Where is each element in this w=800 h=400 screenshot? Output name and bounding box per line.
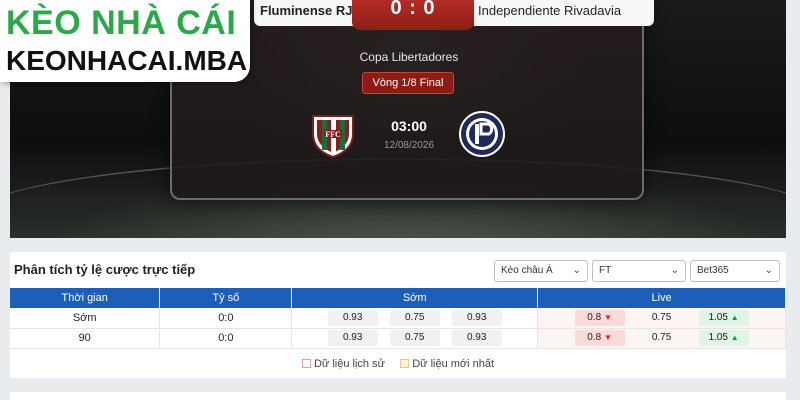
odds-title: Phân tích tỷ lệ cược trực tiếp	[14, 262, 196, 277]
arrow-down-icon: ▼	[603, 333, 612, 342]
odds-table: Thời gian Tỷ số Sớm Live Sớm 0:0 0.93 0.7…	[10, 288, 786, 349]
live-handicap[interactable]: 0.75	[637, 330, 687, 346]
legend-history: Dữ liệu lịch sử	[313, 358, 385, 370]
odds-legend: Dữ liệu lịch sử Dữ liệu mới nhất	[10, 358, 786, 370]
early-handicap[interactable]: 0.75	[389, 330, 440, 346]
table-row[interactable]: 90 0:0 0.93 0.75 0.93 0.8 ▼ 0.75 1.05 ▲	[10, 328, 786, 349]
away-team-crest-icon[interactable]	[458, 110, 506, 158]
column-live: Live	[537, 288, 786, 308]
live-home-value: 0.8	[587, 311, 602, 323]
row-time: Sớm	[10, 308, 161, 329]
arrow-down-icon: ▼	[603, 312, 612, 322]
column-early: Sớm	[291, 288, 539, 308]
live-handicap[interactable]: 0.75	[637, 310, 687, 326]
kickoff-date: 12/08/2026	[383, 140, 435, 151]
early-away-odds[interactable]: 0.93	[451, 309, 502, 326]
odds-table-header: Thời gian Tỷ số Sớm Live	[10, 288, 786, 308]
row-early-odds: 0.93 0.75 0.93	[291, 328, 539, 349]
arrow-up-icon: ▲	[730, 312, 739, 322]
legend-latest: Dữ liệu mới nhất	[412, 358, 495, 370]
row-live-odds: 0.8 ▼ 0.75 1.05 ▲	[537, 308, 786, 329]
live-away-value: 1.05	[708, 311, 728, 323]
odds-type-select[interactable]: Kèo châu Á ⌄	[494, 260, 588, 282]
logo-domain: KEONHACAI.MBA	[6, 45, 248, 76]
period-select[interactable]: FT ⌄	[592, 260, 686, 282]
match-score: 0 : 0	[352, 0, 474, 30]
bookmaker-value: Bet365	[697, 265, 729, 276]
live-home-odds[interactable]: 0.8 ▼	[574, 330, 625, 346]
bookmaker-select[interactable]: Bet365 ⌄	[690, 260, 780, 282]
live-home-odds[interactable]: 0.8 ▼	[574, 309, 625, 326]
column-time: Thời gian	[10, 288, 161, 308]
row-time: 90	[10, 328, 161, 349]
next-section-edge	[10, 392, 786, 400]
row-score: 0:0	[159, 308, 293, 329]
chevron-down-icon: ⌄	[572, 265, 581, 276]
early-away-odds[interactable]: 0.93	[451, 330, 502, 346]
live-away-odds[interactable]: 1.05 ▲	[698, 309, 749, 326]
round-badge: Vòng 1/8 Final	[362, 72, 454, 94]
table-row[interactable]: Sớm 0:0 0.93 0.75 0.93 0.8 ▼ 0.75 1.05 ▲	[10, 308, 786, 329]
live-away-odds[interactable]: 1.05 ▲	[698, 330, 749, 346]
latest-swatch	[400, 359, 410, 368]
chevron-down-icon: ⌄	[670, 265, 679, 276]
kickoff-time: 03:00	[391, 118, 427, 134]
period-value: FT	[599, 265, 612, 276]
live-home-value: 0.8	[587, 332, 602, 343]
early-handicap[interactable]: 0.75	[389, 309, 440, 326]
row-score: 0:0	[159, 328, 293, 349]
odds-type-value: Kèo châu Á	[501, 265, 553, 276]
live-away-value: 1.05	[708, 332, 728, 343]
logo-title: KÈO NHÀ CÁI	[6, 4, 237, 42]
odds-panel: Phân tích tỷ lệ cược trực tiếp Kèo châu …	[10, 252, 786, 378]
away-team-name[interactable]: Independiente Rivadavia	[474, 0, 654, 26]
site-logo[interactable]: KÈO NHÀ CÁI KEONHACAI.MBA	[0, 0, 250, 82]
row-live-odds: 0.8 ▼ 0.75 1.05 ▲	[537, 328, 786, 349]
row-early-odds: 0.93 0.75 0.93	[291, 308, 539, 329]
history-swatch	[301, 359, 311, 368]
early-home-odds[interactable]: 0.93	[327, 309, 378, 326]
chevron-down-icon: ⌄	[764, 265, 773, 276]
column-score: Tỷ số	[159, 288, 293, 308]
early-home-odds[interactable]: 0.93	[327, 330, 378, 346]
arrow-up-icon: ▲	[730, 333, 739, 342]
